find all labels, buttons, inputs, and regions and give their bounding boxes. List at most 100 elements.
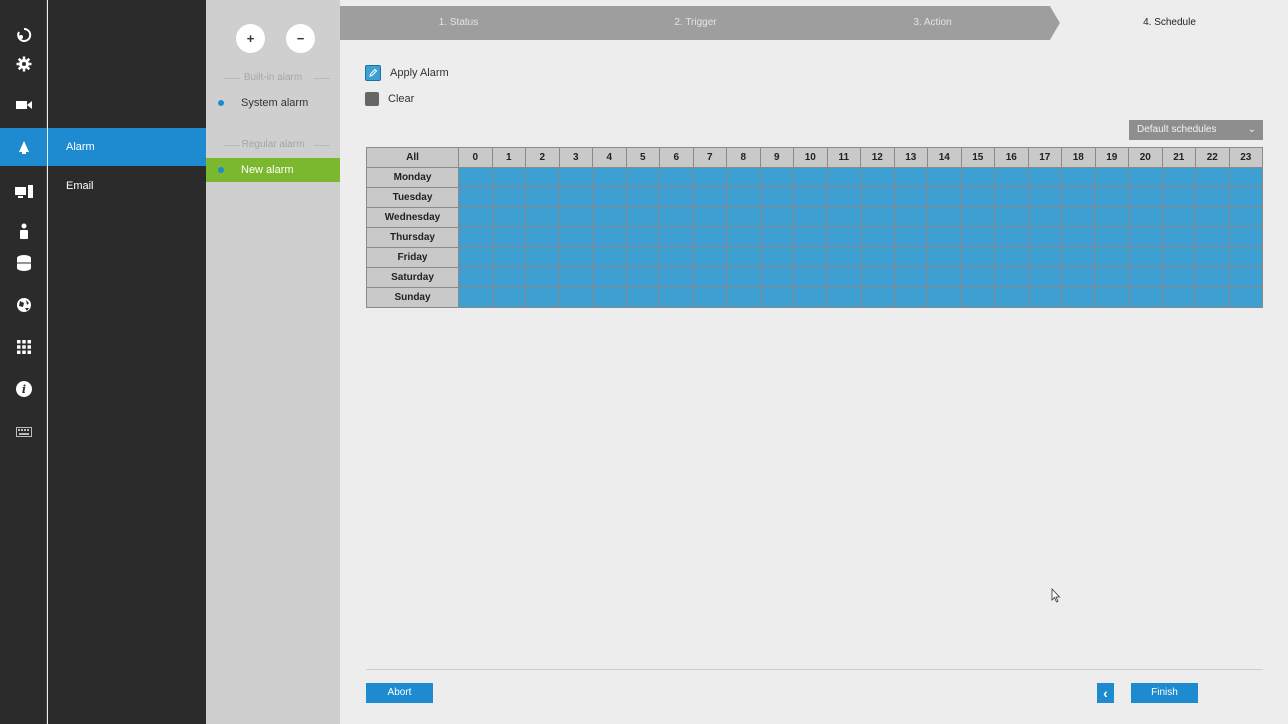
hour-header[interactable]: 7 bbox=[692, 147, 727, 168]
camera-button[interactable] bbox=[0, 86, 47, 124]
schedule-cell[interactable] bbox=[726, 247, 761, 268]
schedule-cell[interactable] bbox=[458, 267, 493, 288]
schedule-cell[interactable] bbox=[893, 267, 928, 288]
schedule-cell[interactable] bbox=[893, 167, 928, 188]
schedule-cell[interactable] bbox=[558, 267, 593, 288]
storage-button[interactable] bbox=[0, 244, 47, 282]
clear-option[interactable]: Clear bbox=[365, 92, 414, 106]
schedule-cell[interactable] bbox=[759, 247, 794, 268]
schedule-cell[interactable] bbox=[458, 247, 493, 268]
apps-button[interactable] bbox=[0, 328, 47, 366]
select-all-header[interactable]: All bbox=[366, 147, 459, 168]
schedule-cell[interactable] bbox=[927, 267, 962, 288]
finish-button[interactable]: Finish bbox=[1131, 683, 1198, 703]
schedule-cell[interactable] bbox=[625, 247, 660, 268]
schedule-cell[interactable] bbox=[1195, 207, 1230, 228]
schedule-cell[interactable] bbox=[1094, 247, 1129, 268]
hour-header[interactable]: 14 bbox=[927, 147, 962, 168]
schedule-cell[interactable] bbox=[458, 207, 493, 228]
schedule-cell[interactable] bbox=[458, 287, 493, 308]
hour-header[interactable]: 4 bbox=[592, 147, 627, 168]
step-trigger[interactable]: 2. Trigger bbox=[577, 6, 814, 40]
schedule-cell[interactable] bbox=[1161, 227, 1196, 248]
schedule-cell[interactable] bbox=[491, 287, 526, 308]
schedule-cell[interactable] bbox=[1228, 247, 1263, 268]
day-header[interactable]: Friday bbox=[366, 247, 459, 268]
step-action[interactable]: 3. Action bbox=[814, 6, 1051, 40]
hour-header[interactable]: 19 bbox=[1094, 147, 1129, 168]
schedule-cell[interactable] bbox=[826, 247, 861, 268]
hour-header[interactable]: 6 bbox=[659, 147, 694, 168]
schedule-cell[interactable] bbox=[927, 207, 962, 228]
back-button[interactable]: ‹ bbox=[1097, 683, 1114, 703]
schedule-cell[interactable] bbox=[592, 227, 627, 248]
schedule-cell[interactable] bbox=[1228, 187, 1263, 208]
schedule-cell[interactable] bbox=[826, 227, 861, 248]
schedule-cell[interactable] bbox=[558, 227, 593, 248]
hour-header[interactable]: 17 bbox=[1027, 147, 1062, 168]
schedule-cell[interactable] bbox=[860, 267, 895, 288]
schedule-cell[interactable] bbox=[1128, 207, 1163, 228]
schedule-cell[interactable] bbox=[994, 247, 1029, 268]
remove-alarm-button[interactable]: − bbox=[286, 24, 315, 53]
schedule-cell[interactable] bbox=[525, 207, 560, 228]
schedule-cell[interactable] bbox=[692, 167, 727, 188]
schedule-cell[interactable] bbox=[726, 167, 761, 188]
hour-header[interactable]: 8 bbox=[726, 147, 761, 168]
schedule-cell[interactable] bbox=[692, 207, 727, 228]
hour-header[interactable]: 3 bbox=[558, 147, 593, 168]
schedule-cell[interactable] bbox=[759, 207, 794, 228]
schedule-cell[interactable] bbox=[1161, 187, 1196, 208]
schedule-cell[interactable] bbox=[927, 247, 962, 268]
schedule-cell[interactable] bbox=[826, 267, 861, 288]
schedule-cell[interactable] bbox=[1094, 207, 1129, 228]
schedule-cell[interactable] bbox=[491, 267, 526, 288]
schedule-cell[interactable] bbox=[1061, 207, 1096, 228]
hour-header[interactable]: 21 bbox=[1161, 147, 1196, 168]
settings-button[interactable] bbox=[0, 45, 47, 83]
schedule-cell[interactable] bbox=[826, 167, 861, 188]
schedule-cell[interactable] bbox=[525, 167, 560, 188]
schedule-cell[interactable] bbox=[1094, 287, 1129, 308]
schedule-cell[interactable] bbox=[793, 227, 828, 248]
schedule-cell[interactable] bbox=[860, 227, 895, 248]
schedule-cell[interactable] bbox=[659, 267, 694, 288]
schedule-cell[interactable] bbox=[525, 287, 560, 308]
schedule-cell[interactable] bbox=[726, 287, 761, 308]
schedule-cell[interactable] bbox=[960, 227, 995, 248]
schedule-cell[interactable] bbox=[860, 287, 895, 308]
schedule-cell[interactable] bbox=[1027, 247, 1062, 268]
submenu-item-alarm[interactable]: Alarm bbox=[48, 128, 206, 166]
schedule-template-select[interactable]: Default schedules ⌄ bbox=[1129, 120, 1263, 140]
keyboard-button[interactable] bbox=[0, 413, 47, 451]
schedule-cell[interactable] bbox=[1094, 267, 1129, 288]
schedule-cell[interactable] bbox=[592, 267, 627, 288]
schedule-cell[interactable] bbox=[692, 227, 727, 248]
hour-header[interactable]: 20 bbox=[1128, 147, 1163, 168]
day-header[interactable]: Tuesday bbox=[366, 187, 459, 208]
schedule-cell[interactable] bbox=[558, 167, 593, 188]
schedule-cell[interactable] bbox=[1161, 167, 1196, 188]
schedule-cell[interactable] bbox=[625, 287, 660, 308]
schedule-cell[interactable] bbox=[994, 167, 1029, 188]
schedule-cell[interactable] bbox=[893, 247, 928, 268]
schedule-cell[interactable] bbox=[893, 227, 928, 248]
schedule-cell[interactable] bbox=[994, 287, 1029, 308]
schedule-cell[interactable] bbox=[491, 207, 526, 228]
schedule-cell[interactable] bbox=[759, 167, 794, 188]
schedule-cell[interactable] bbox=[659, 187, 694, 208]
schedule-cell[interactable] bbox=[726, 207, 761, 228]
schedule-cell[interactable] bbox=[659, 207, 694, 228]
schedule-cell[interactable] bbox=[1128, 227, 1163, 248]
schedule-cell[interactable] bbox=[927, 287, 962, 308]
schedule-cell[interactable] bbox=[659, 227, 694, 248]
schedule-cell[interactable] bbox=[1161, 287, 1196, 308]
submenu-item-email[interactable]: Email bbox=[48, 167, 206, 205]
schedule-cell[interactable] bbox=[927, 167, 962, 188]
schedule-cell[interactable] bbox=[826, 187, 861, 208]
schedule-cell[interactable] bbox=[659, 287, 694, 308]
schedule-cell[interactable] bbox=[793, 287, 828, 308]
schedule-cell[interactable] bbox=[1128, 287, 1163, 308]
schedule-cell[interactable] bbox=[692, 187, 727, 208]
schedule-cell[interactable] bbox=[826, 287, 861, 308]
